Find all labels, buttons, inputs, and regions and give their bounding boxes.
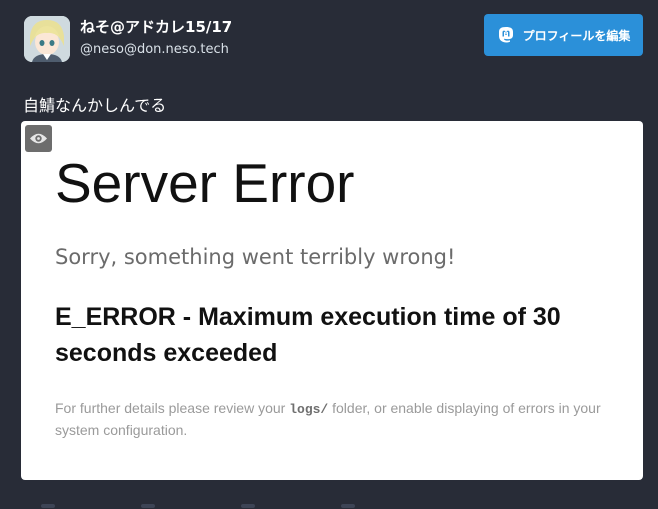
status-content: 自鯖なんかしんでる	[23, 96, 167, 115]
favourite-action[interactable]	[241, 504, 255, 508]
avatar[interactable]	[24, 16, 70, 62]
avatar-image	[24, 16, 70, 62]
error-title: Server Error	[55, 152, 355, 214]
more-action[interactable]	[341, 504, 355, 508]
media-visibility-toggle[interactable]	[25, 125, 52, 152]
edit-profile-label: プロフィールを編集	[522, 28, 631, 43]
error-detail: For further details please review your l…	[55, 398, 625, 441]
mastodon-icon	[497, 26, 515, 44]
logs-folder-code: logs/	[289, 402, 329, 417]
error-detail-text: For further details please review your	[55, 400, 290, 416]
error-message: E_ERROR - Maximum execution time of 30 s…	[55, 303, 561, 367]
error-subtitle: Sorry, something went terribly wrong!	[55, 245, 456, 269]
media-attachment[interactable]: Server Error Sorry, something went terri…	[21, 121, 643, 480]
profile-header: ねそ@アドカレ15/17 @neso@don.neso.tech プロフィールを…	[0, 0, 658, 80]
account-handle: @neso@don.neso.tech	[80, 42, 229, 57]
display-name[interactable]: ねそ@アドカレ15/17	[80, 16, 232, 37]
edit-profile-button[interactable]: プロフィールを編集	[484, 14, 643, 56]
eye-icon	[30, 133, 47, 144]
status-action-bar	[21, 498, 643, 509]
reply-action[interactable]	[41, 504, 55, 508]
boost-action[interactable]	[141, 504, 155, 508]
